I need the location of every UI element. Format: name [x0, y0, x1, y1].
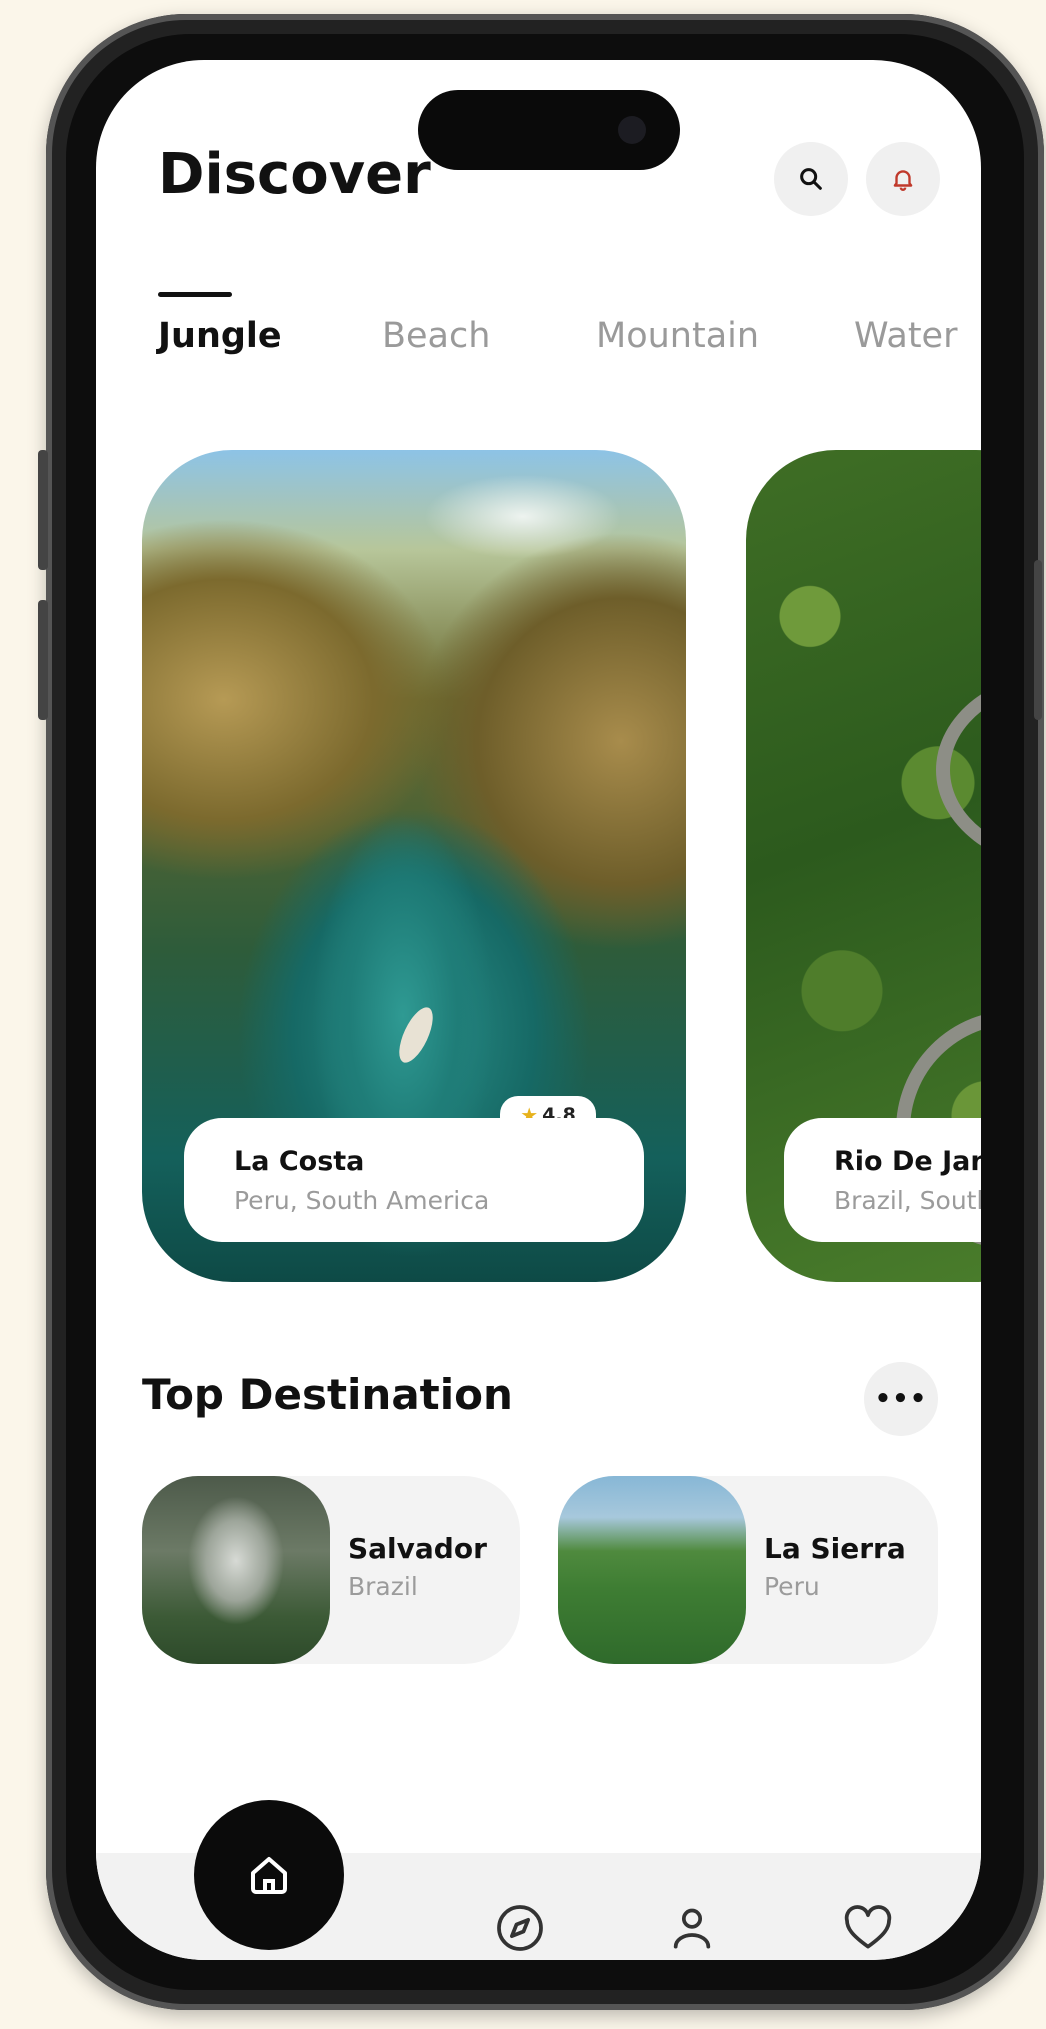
compass-icon [497, 1905, 543, 1951]
destination-thumbnail [142, 1476, 330, 1664]
destination-name: La Sierra [764, 1532, 906, 1565]
more-icon: ••• [874, 1384, 928, 1414]
destination-item[interactable]: Salvador Brazil [142, 1476, 520, 1664]
home-icon [251, 1857, 287, 1894]
card-info-panel: Rio De Janeiro Brazil, South America [784, 1118, 981, 1242]
heart-icon [844, 1905, 892, 1949]
tab-jungle[interactable]: Jungle [158, 316, 282, 356]
destination-name: Salvador [348, 1532, 487, 1565]
nav-home-button[interactable] [194, 1800, 344, 1950]
destination-country: Peru [764, 1572, 820, 1601]
destination-location: Brazil, South America [834, 1186, 981, 1215]
app-screen: Discover Jungle Beach Mountain Water ★ 4… [96, 60, 981, 1960]
dynamic-island [418, 90, 680, 170]
destination-location: Peru, South America [234, 1186, 490, 1215]
profile-icon [673, 1908, 711, 1949]
tab-mountain[interactable]: Mountain [596, 316, 759, 356]
destination-name: La Costa [234, 1146, 365, 1177]
nav-favorites-button[interactable] [840, 1900, 896, 1956]
active-tab-indicator [158, 292, 232, 297]
destination-item[interactable]: La Sierra Peru [558, 1476, 938, 1664]
notification-button[interactable] [866, 142, 940, 216]
search-icon [800, 168, 822, 190]
power-button [1034, 560, 1042, 720]
kayak-graphic [392, 1002, 440, 1068]
destination-thumbnail [558, 1476, 746, 1664]
volume-up-button [38, 450, 48, 570]
nav-explore-button[interactable] [492, 1900, 548, 1956]
tab-beach[interactable]: Beach [382, 316, 490, 356]
category-tabs: Jungle Beach Mountain Water [158, 292, 981, 382]
search-button[interactable] [774, 142, 848, 216]
bell-icon [893, 170, 913, 191]
featured-card[interactable]: Rio De Janeiro Brazil, South America [746, 450, 981, 1282]
destination-name: Rio De Janeiro [834, 1146, 981, 1177]
destination-country: Brazil [348, 1572, 418, 1601]
page-title: Discover [158, 142, 431, 207]
volume-down-button [38, 600, 48, 720]
card-info-panel: La Costa Peru, South America [184, 1118, 644, 1242]
tab-water[interactable]: Water [854, 316, 957, 356]
section-title: Top Destination [142, 1370, 513, 1419]
featured-card[interactable]: ★ 4.8 La Costa Peru, South America [142, 450, 686, 1282]
road-graphic [936, 670, 981, 870]
nav-profile-button[interactable] [664, 1900, 720, 1956]
more-button[interactable]: ••• [864, 1362, 938, 1436]
